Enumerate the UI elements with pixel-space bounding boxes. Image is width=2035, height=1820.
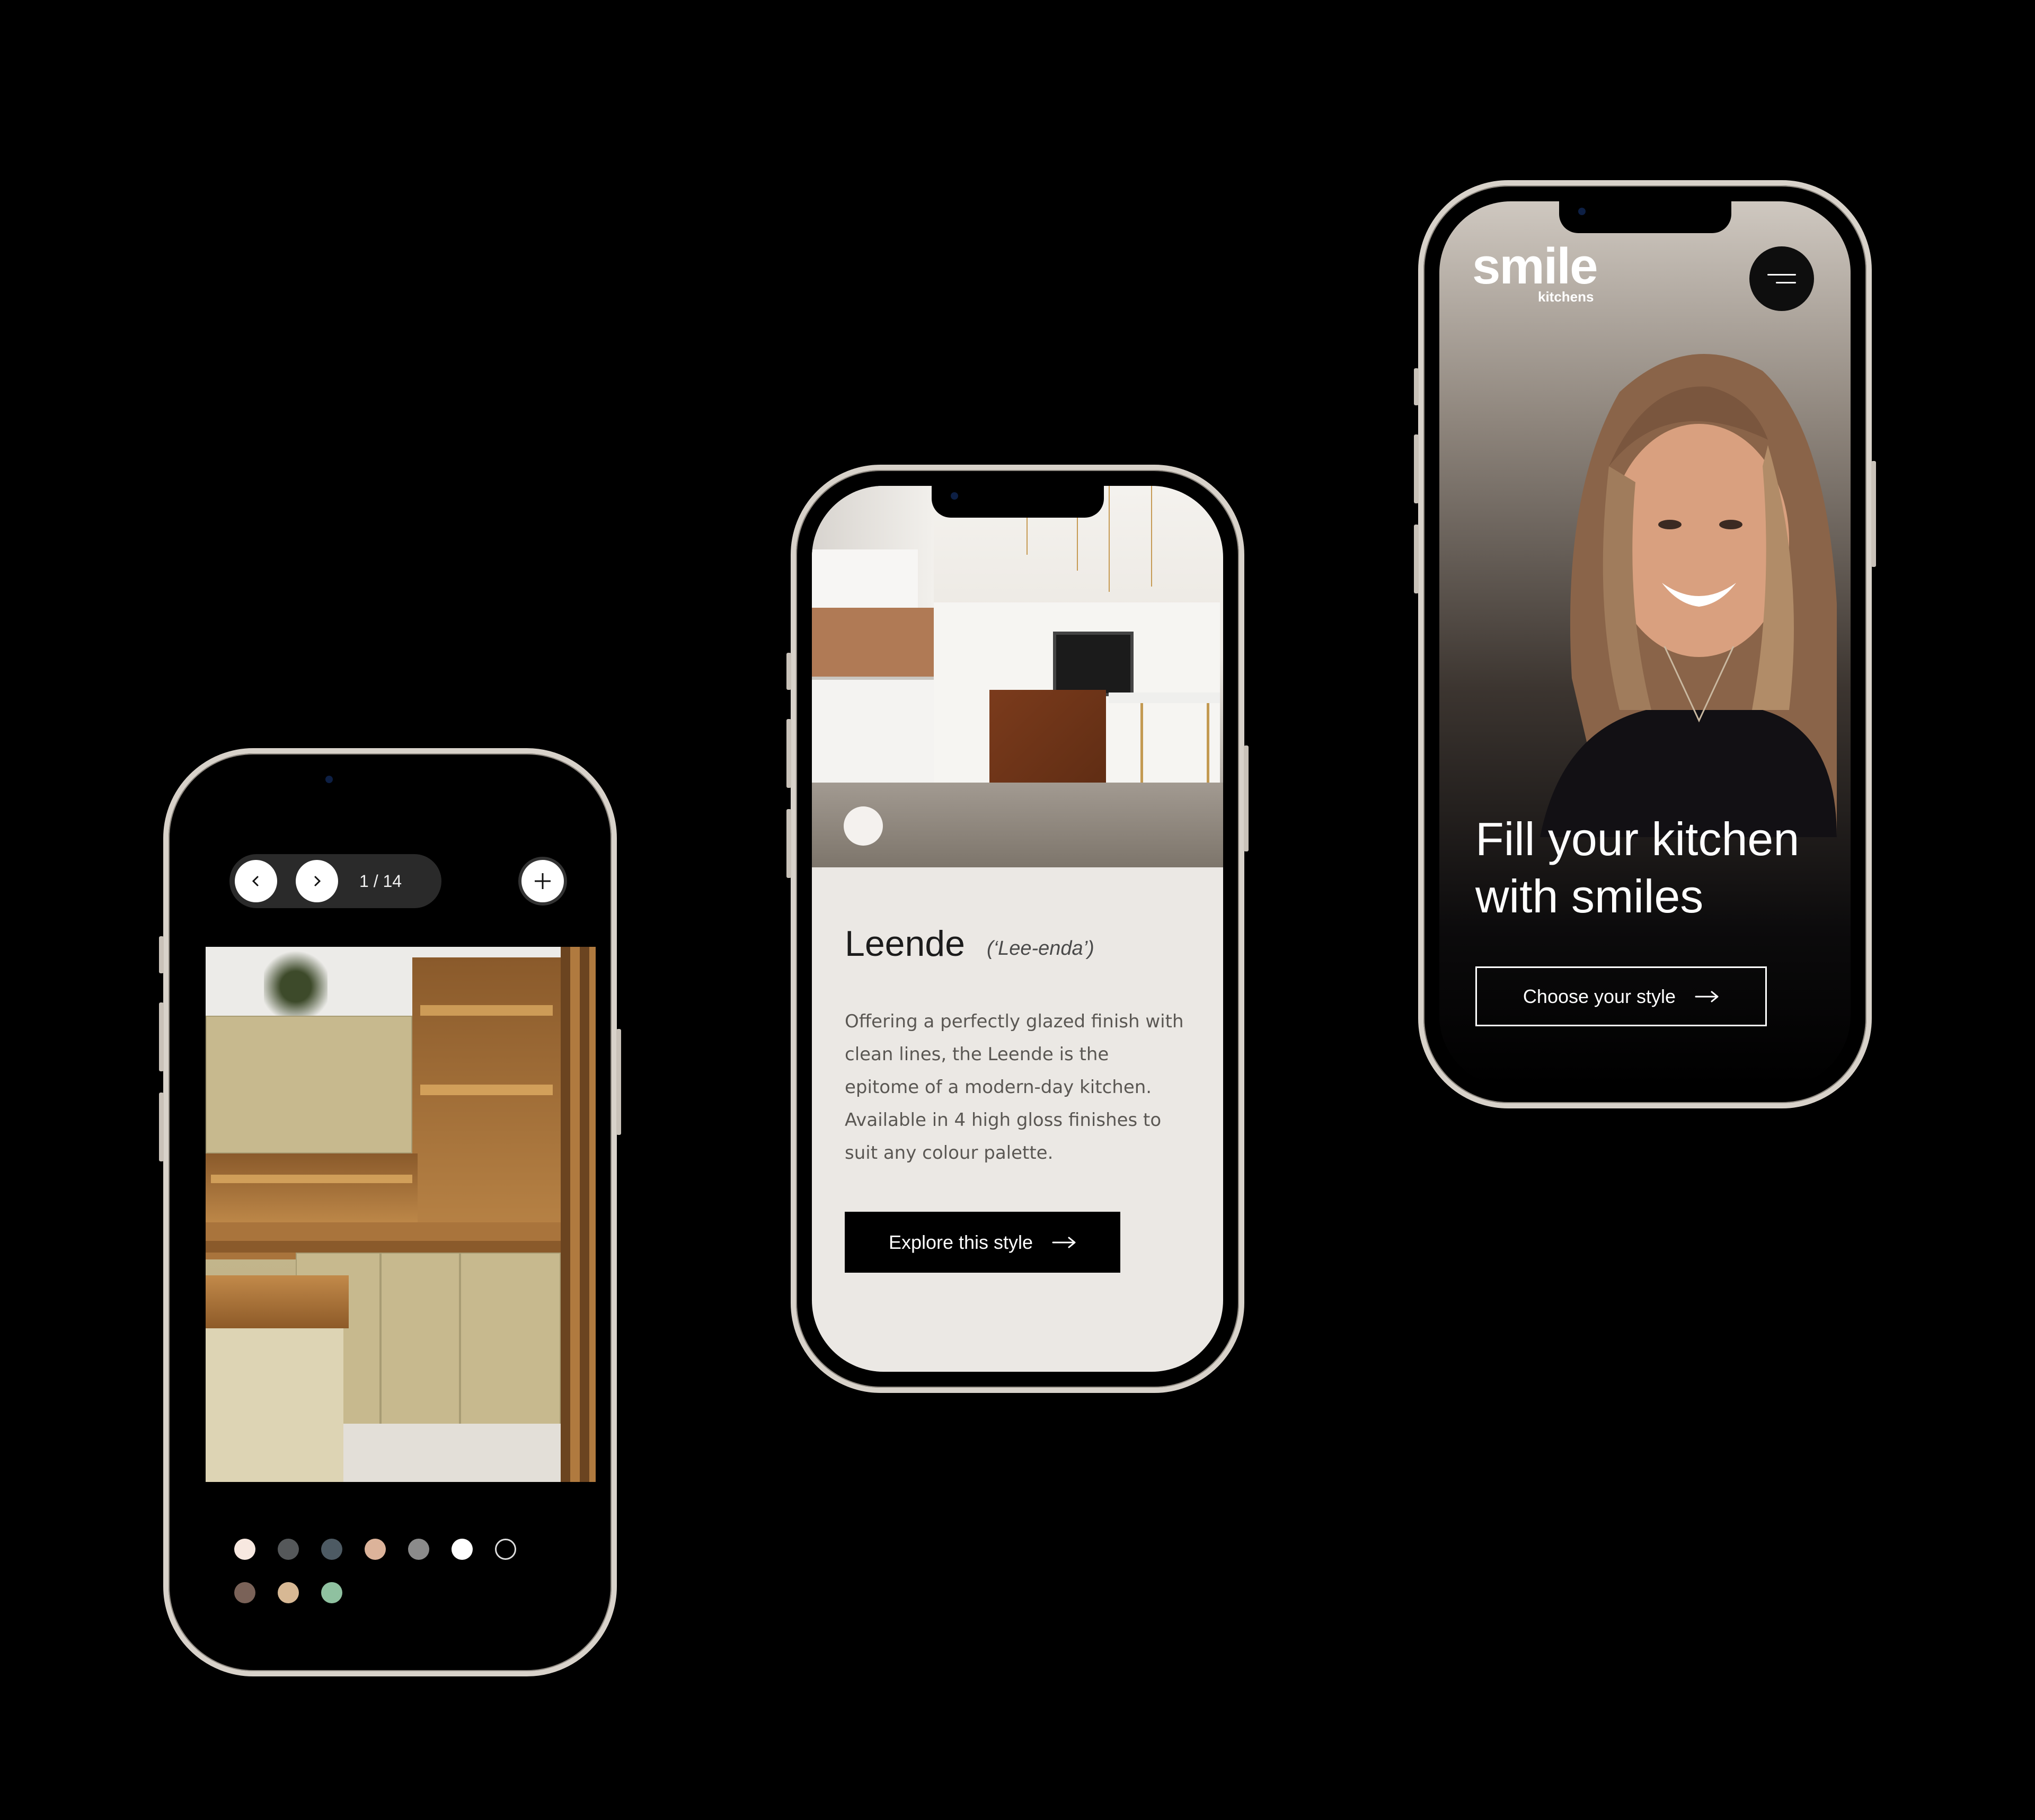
power-button [1871, 461, 1876, 567]
copper-splashback [812, 608, 934, 677]
swatch-slate-blue[interactable] [321, 1539, 342, 1560]
volume-down-button [786, 809, 791, 878]
wall-units [812, 549, 918, 610]
wall-cabinet [206, 1016, 412, 1153]
carousel-dot[interactable] [844, 806, 883, 846]
arrow-right-icon [1695, 991, 1719, 1002]
arrow-right-icon [1052, 1237, 1076, 1248]
volume-down-button [159, 1093, 164, 1161]
collapse-gallery-button[interactable] [518, 857, 567, 905]
swatch-truffle[interactable] [234, 1582, 255, 1603]
volume-up-button [1414, 434, 1419, 503]
hero-headline-line2: with smiles [1475, 870, 1704, 922]
lower-shelves [206, 1153, 418, 1228]
smiling-woman-photo [1540, 354, 1837, 837]
mute-switch [159, 936, 164, 973]
home-screen: smile kitchens Fill your kitchen with sm… [1439, 201, 1851, 1087]
menu-button[interactable] [1749, 246, 1814, 311]
wood-slats [561, 947, 596, 1482]
prev-image-button[interactable] [235, 860, 277, 902]
explore-style-label: Explore this style [888, 1231, 1033, 1253]
island-worktop [206, 1275, 349, 1328]
choose-style-label: Choose your style [1523, 985, 1676, 1007]
pendant-light [1109, 486, 1110, 592]
next-image-button[interactable] [296, 860, 338, 902]
shelf-light [211, 1175, 412, 1183]
volume-up-button [159, 1002, 164, 1071]
floor [343, 1424, 561, 1482]
product-description: Offering a perfectly glazed finish with … [845, 1011, 1184, 1164]
volume-up-button [786, 719, 791, 788]
island-top [1109, 693, 1220, 703]
gallery-nav-pill: 1 / 14 [229, 854, 441, 908]
product-screen: Leende (‘Lee-enda’) Offering a perfectly… [812, 486, 1223, 1372]
collapse-icon [535, 873, 551, 889]
chevron-right-icon [314, 876, 321, 886]
mute-switch [1414, 368, 1419, 405]
product-pronunciation: (‘Lee-enda’) [987, 937, 1094, 960]
worktop [206, 1241, 561, 1253]
swatch-white[interactable] [452, 1539, 473, 1560]
camera-icon [951, 492, 958, 500]
explore-style-button[interactable]: Explore this style [845, 1212, 1120, 1273]
gallery-screen: 1 / 14 [184, 769, 596, 1655]
power-button [616, 1029, 621, 1135]
pendant-light [1151, 486, 1152, 587]
chevron-left-icon [252, 876, 259, 886]
hamburger-icon [1767, 274, 1796, 276]
swatch-grey[interactable] [408, 1539, 429, 1560]
product-info-panel: Leende (‘Lee-enda’) Offering a perfectly… [812, 867, 1223, 1372]
island [206, 1328, 343, 1482]
base-cabinet [381, 1253, 460, 1427]
volume-down-button [1414, 525, 1419, 593]
swatch-blush[interactable] [234, 1539, 255, 1560]
power-button [1244, 745, 1249, 851]
notch [1559, 201, 1731, 233]
phone-home: smile kitchens Fill your kitchen with sm… [1414, 180, 1876, 1108]
ovens [1053, 632, 1134, 696]
swatch-graphite[interactable] [278, 1539, 299, 1560]
plant [264, 947, 328, 1026]
hero-headline: Fill your kitchen with smiles [1475, 811, 1846, 925]
swatch-black[interactable] [495, 1539, 516, 1560]
shelf-light [420, 1085, 553, 1095]
kitchen-gallery-image [206, 947, 596, 1482]
image-counter: 1 / 14 [359, 872, 402, 891]
swatch-sage[interactable] [321, 1582, 342, 1603]
smile-kitchens-logo[interactable]: smile kitchens [1472, 238, 1598, 305]
camera-icon [325, 776, 333, 783]
shelf-light [420, 1005, 553, 1016]
hero-headline-line1: Fill your kitchen [1475, 813, 1800, 865]
product-title: Leende [845, 924, 965, 964]
phone-gallery: 1 / 14 [159, 748, 621, 1676]
logo-wordmark: smile [1472, 238, 1598, 295]
hamburger-icon-line [1776, 282, 1796, 283]
swatch-sand[interactable] [278, 1582, 299, 1603]
base-cabinet [460, 1253, 561, 1427]
base-units [812, 677, 934, 796]
camera-icon [1578, 208, 1586, 215]
swatch-cashmere[interactable] [365, 1539, 386, 1560]
choose-style-button[interactable]: Choose your style [1475, 966, 1767, 1026]
phone-product: Leende (‘Lee-enda’) Offering a perfectly… [786, 465, 1249, 1393]
notch [932, 486, 1104, 518]
notch [304, 769, 476, 801]
kitchen-hero-image [812, 486, 1223, 867]
mute-switch [786, 653, 791, 690]
